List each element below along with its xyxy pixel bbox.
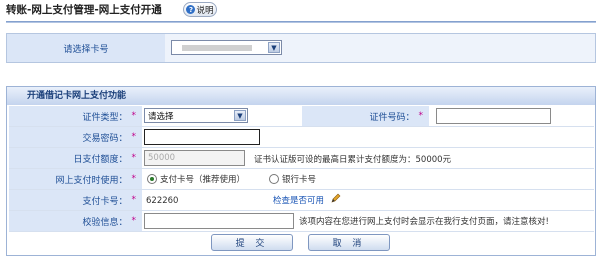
row-divider [9, 231, 594, 232]
daily-limit-label: 日支付额度： * [9, 148, 142, 168]
id-number-label: 证件号码： * [302, 106, 429, 126]
pencil-icon[interactable] [331, 192, 341, 203]
pay-method-label: 网上支付时使用： * [9, 169, 142, 189]
pay-method-option-bank[interactable]: 银行卡号 [282, 173, 316, 185]
header-divider [6, 21, 596, 23]
section-title: 开通借记卡网上支付功能 [7, 87, 595, 105]
submit-button[interactable]: 提 交 [211, 234, 293, 251]
required-mark: * [131, 132, 137, 142]
password-input[interactable] [144, 129, 260, 145]
help-label: 说明 [196, 5, 214, 16]
pay-method-radio-card[interactable] [147, 174, 157, 184]
chevron-down-icon[interactable]: ▼ [268, 42, 280, 53]
cancel-button[interactable]: 取 消 [308, 234, 390, 251]
page-title: 转账-网上支付管理-网上支付开通 [6, 4, 162, 16]
question-icon: ? [186, 5, 196, 14]
required-mark: * [131, 216, 137, 226]
required-mark: * [131, 153, 137, 163]
id-type-label: 证件类型： * [9, 106, 142, 126]
verify-label: 校验信息： * [9, 211, 142, 231]
id-type-select[interactable]: 请选择 ▼ [144, 108, 248, 123]
verify-hint: 该项内容在您进行网上支付时会显示在我行支付页面，请注意核对! [299, 217, 549, 227]
help-button[interactable]: ? 说明 [183, 2, 217, 17]
required-mark: * [131, 111, 137, 121]
required-mark: * [131, 174, 137, 184]
verify-input[interactable] [144, 213, 294, 229]
pay-method-option-card[interactable]: 支付卡号（推荐使用） [160, 173, 245, 185]
card-no-label: 支付卡号： * [9, 190, 142, 210]
chevron-down-icon[interactable]: ▼ [234, 110, 246, 121]
card-no-value: 622260 [146, 196, 179, 206]
required-mark: * [418, 111, 424, 121]
pay-method-radio-bank[interactable] [269, 174, 279, 184]
card-select-label: 请选择卡号 [7, 34, 165, 62]
daily-limit-hint: 证书认证版可设的最高日累计支付额度为：50000元 [254, 155, 452, 165]
password-label: 交易密码： * [9, 127, 142, 147]
card-number-select[interactable]: ▼ [171, 40, 282, 55]
check-availability-link[interactable]: 检查是否可用 [273, 194, 324, 206]
daily-limit-input[interactable]: 50000 [144, 150, 245, 166]
required-mark: * [131, 195, 137, 205]
masked-card-number [182, 45, 252, 51]
id-number-input[interactable] [436, 108, 551, 124]
